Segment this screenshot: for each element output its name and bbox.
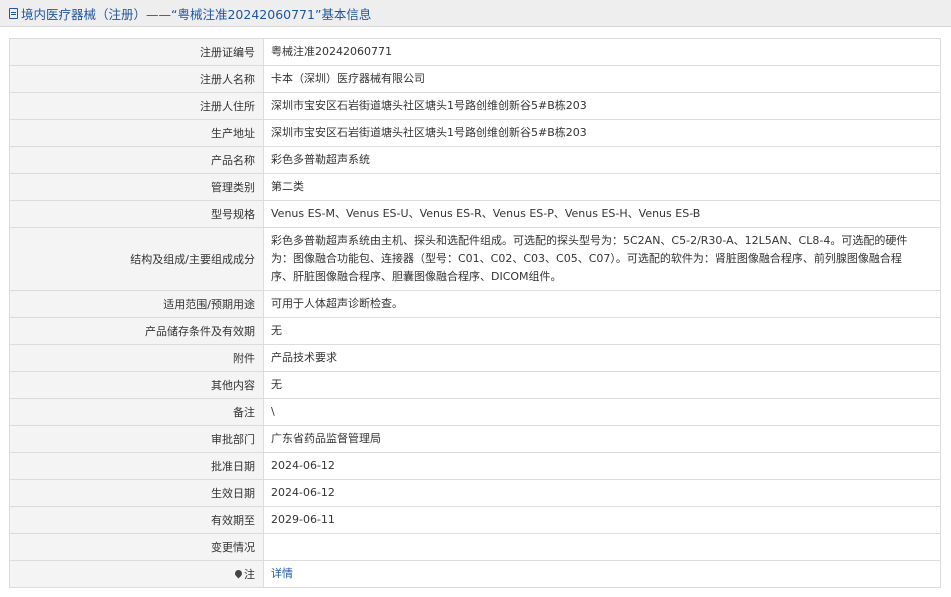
row-label: 批准日期 bbox=[9, 452, 264, 480]
table-row: 注册人名称 卡本（深圳）医疗器械有限公司 bbox=[9, 65, 941, 93]
row-value: 第二类 bbox=[263, 173, 941, 201]
row-label: 有效期至 bbox=[9, 506, 264, 534]
row-value: 深圳市宝安区石岩街道塘头社区塘头1号路创维创新谷5#B栋203 bbox=[263, 92, 941, 120]
row-label: 变更情况 bbox=[9, 533, 264, 561]
row-value: 2029-06-11 bbox=[263, 506, 941, 534]
table-row: 注册人住所 深圳市宝安区石岩街道塘头社区塘头1号路创维创新谷5#B栋203 bbox=[9, 92, 941, 120]
row-label: 注册人住所 bbox=[9, 92, 264, 120]
row-label: 产品名称 bbox=[9, 146, 264, 174]
table-row: 注册证编号 粤械注准20242060771 bbox=[9, 38, 941, 66]
page-title-bar: 境内医疗器械（注册）——“粤械注准20242060771”基本信息 bbox=[0, 0, 951, 27]
row-value: \ bbox=[263, 398, 941, 426]
row-value: 彩色多普勒超声系统由主机、探头和选配件组成。可选配的探头型号为：5C2AN、C5… bbox=[263, 227, 941, 291]
pin-icon bbox=[233, 568, 244, 579]
table-row: 附件 产品技术要求 bbox=[9, 344, 941, 372]
row-label: 适用范围/预期用途 bbox=[9, 290, 264, 318]
table-row: 有效期至 2029-06-11 bbox=[9, 506, 941, 534]
row-label: 结构及组成/主要组成成分 bbox=[9, 227, 264, 291]
table-row: 变更情况 bbox=[9, 533, 941, 561]
table-row: 结构及组成/主要组成成分 彩色多普勒超声系统由主机、探头和选配件组成。可选配的探头… bbox=[9, 227, 941, 291]
row-label: 生产地址 bbox=[9, 119, 264, 147]
row-value: 无 bbox=[263, 317, 941, 345]
row-value: 2024-06-12 bbox=[263, 479, 941, 507]
row-value: 深圳市宝安区石岩街道塘头社区塘头1号路创维创新谷5#B栋203 bbox=[263, 119, 941, 147]
table-row: 管理类别 第二类 bbox=[9, 173, 941, 201]
row-value: 粤械注准20242060771 bbox=[263, 38, 941, 66]
detail-link[interactable]: 详情 bbox=[271, 567, 293, 580]
note-label-cell: 注 bbox=[9, 560, 264, 588]
note-value-cell: 详情 bbox=[263, 560, 941, 588]
row-value: 彩色多普勒超声系统 bbox=[263, 146, 941, 174]
table-row: 其他内容无 bbox=[9, 371, 941, 399]
row-value: 广东省药品监督管理局 bbox=[263, 425, 941, 453]
row-label: 注册人名称 bbox=[9, 65, 264, 93]
table-row: 型号规格 Venus ES-M、Venus ES-U、Venus ES-R、Ven… bbox=[9, 200, 941, 228]
table-row: 产品名称 彩色多普勒超声系统 bbox=[9, 146, 941, 174]
row-label: 备注 bbox=[9, 398, 264, 426]
table-row: 生产地址 深圳市宝安区石岩街道塘头社区塘头1号路创维创新谷5#B栋203 bbox=[9, 119, 941, 147]
row-value: 卡本（深圳）医疗器械有限公司 bbox=[263, 65, 941, 93]
row-label: 注册证编号 bbox=[9, 38, 264, 66]
row-value: 产品技术要求 bbox=[263, 344, 941, 372]
table-row: 批准日期 2024-06-12 bbox=[9, 452, 941, 480]
row-label: 管理类别 bbox=[9, 173, 264, 201]
row-value: 无 bbox=[263, 371, 941, 399]
row-label: 产品储存条件及有效期 bbox=[9, 317, 264, 345]
row-value: 2024-06-12 bbox=[263, 452, 941, 480]
table-row: 审批部门 广东省药品监督管理局 bbox=[9, 425, 941, 453]
table-row: 备注 \ bbox=[9, 398, 941, 426]
row-value bbox=[263, 533, 941, 561]
page-title: 境内医疗器械（注册）——“粤械注准20242060771”基本信息 bbox=[21, 6, 372, 22]
table-row: 适用范围/预期用途 可用于人体超声诊断检查。 bbox=[9, 290, 941, 318]
table-row: 生效日期 2024-06-12 bbox=[9, 479, 941, 507]
table-row: 产品储存条件及有效期无 bbox=[9, 317, 941, 345]
note-label: 注 bbox=[244, 568, 255, 581]
row-label: 审批部门 bbox=[9, 425, 264, 453]
row-label: 生效日期 bbox=[9, 479, 264, 507]
document-icon bbox=[9, 7, 18, 19]
info-table: 注册证编号 粤械注准20242060771 注册人名称 卡本（深圳）医疗器械有限公司… bbox=[9, 38, 941, 588]
note-row: 注 详情 bbox=[9, 560, 941, 588]
row-label: 附件 bbox=[9, 344, 264, 372]
row-label: 型号规格 bbox=[9, 200, 264, 228]
row-value: Venus ES-M、Venus ES-U、Venus ES-R、Venus E… bbox=[263, 200, 941, 228]
row-label: 其他内容 bbox=[9, 371, 264, 399]
row-value: 可用于人体超声诊断检查。 bbox=[263, 290, 941, 318]
